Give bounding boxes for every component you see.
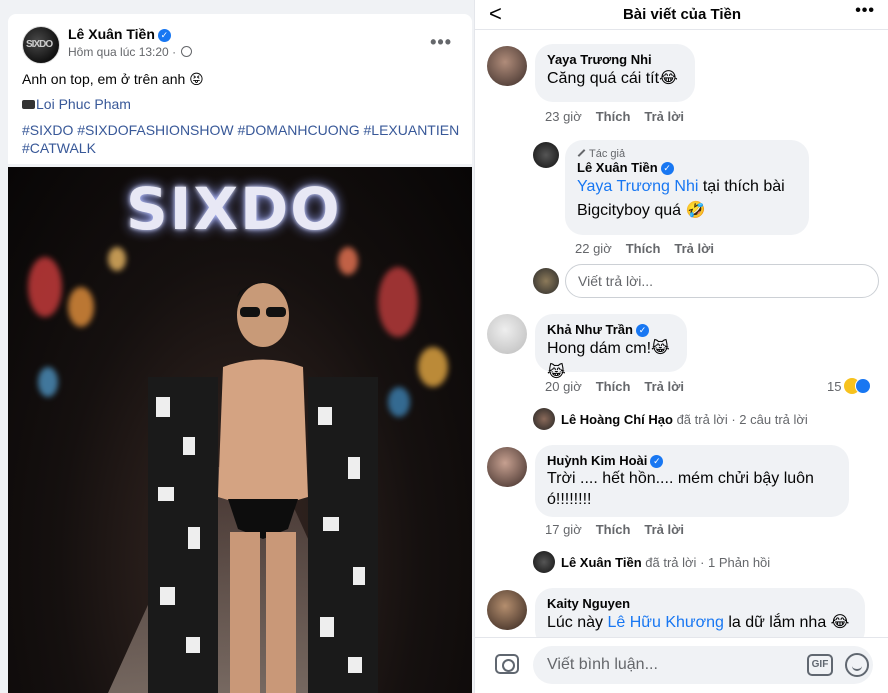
reaction-count: 15 xyxy=(827,379,842,394)
verified-badge-icon: ✓ xyxy=(635,324,649,337)
comment-bubble: Huỳnh Kim Hoài ✓ Trời .... hết hồn.... mé… xyxy=(535,445,849,517)
author-badge-text: Tác giả xyxy=(589,148,626,160)
comment-actions: 17 giờ Thích Trả lời xyxy=(545,522,698,537)
author-reply-bubble: Tác giả Lê Xuân Tiền ✓ Yaya Trương Nhi tạ… xyxy=(565,140,809,235)
pen-icon xyxy=(577,149,586,157)
comment-time: 20 giờ xyxy=(545,379,582,394)
mobile-comments-panel: < Bài viết của Tiền ••• Yaya Trương Nhi … xyxy=(474,0,888,693)
reaction-summary[interactable]: 15 xyxy=(827,378,872,394)
commenter-name[interactable]: Huỳnh Kim Hoài ✓ xyxy=(547,453,837,468)
reply-button[interactable]: Trả lời xyxy=(644,109,684,124)
reply-count: · 1 Phản hồi xyxy=(696,555,771,570)
sixdo-sign: SIXDO xyxy=(126,175,342,243)
post-caption: Anh on top, em ở trên anh 😝 xyxy=(22,71,204,87)
gif-button[interactable]: GIF xyxy=(807,654,833,676)
photo-credit-link[interactable]: Loi Phuc Pham xyxy=(36,96,131,112)
commenter-name-text[interactable]: Khả Như Trần xyxy=(547,322,633,337)
like-button[interactable]: Thích xyxy=(626,241,661,256)
replier-name[interactable]: Lê Xuân Tiền xyxy=(561,555,642,570)
reply-button[interactable]: Trả lời xyxy=(644,522,684,537)
camera-icon[interactable] xyxy=(495,654,519,674)
replier-name[interactable]: Lê Hoàng Chí Hạo xyxy=(561,412,673,427)
comment-text-end: la dữ lắm nha 😂 xyxy=(723,614,850,631)
comment-time: 23 giờ xyxy=(545,109,582,124)
reply-thread-link[interactable]: Lê Hoàng Chí Hạo đã trả lời · 2 câu trả … xyxy=(533,408,808,430)
comment-text: Yaya Trương Nhi tại thích bài Bigcityboy… xyxy=(577,175,797,223)
camera-icon xyxy=(22,100,35,109)
reply-action: đã trả lời xyxy=(672,412,728,427)
author-badge: Tác giả xyxy=(577,148,797,160)
comment-time: 22 giờ xyxy=(575,241,612,256)
verified-badge-icon: ✓ xyxy=(650,455,664,468)
commenter-name-text[interactable]: Huỳnh Kim Hoài xyxy=(547,453,647,468)
comment-bubble: Yaya Trương Nhi Căng quá cái tít😂 xyxy=(535,44,695,102)
comment-time: 17 giờ xyxy=(545,522,582,537)
post-more-button[interactable]: ••• xyxy=(430,32,452,53)
post-author-avatar[interactable]: SIXDO xyxy=(22,26,60,64)
avatar-monogram: SIXDO xyxy=(26,39,53,50)
emoji-icon[interactable] xyxy=(845,653,869,677)
comment-actions: 20 giờ Thích Trả lời xyxy=(545,379,698,394)
like-reaction-icon xyxy=(855,378,872,394)
commenter-name[interactable]: Khả Như Trần ✓ xyxy=(547,322,675,337)
like-button[interactable]: Thích xyxy=(596,379,631,394)
commenter-avatar[interactable] xyxy=(487,46,527,86)
post-photo[interactable]: SIXDO xyxy=(8,167,472,693)
timestamp-text[interactable]: Hôm qua lúc 13:20 · xyxy=(68,45,176,59)
reply-thread-link[interactable]: Lê Xuân Tiền đã trả lời · 1 Phản hồi xyxy=(533,551,770,573)
comment-text-start: Lúc này xyxy=(547,614,608,631)
comment-text: Căng quá cái tít😂 xyxy=(547,70,678,87)
mention-link[interactable]: Lê Hữu Khương xyxy=(607,614,723,631)
commenter-name[interactable]: Yaya Trương Nhi xyxy=(547,52,683,67)
comment-actions: 23 giờ Thích Trả lời xyxy=(545,109,698,124)
comment-text: Hong dám cm!😹😹 xyxy=(547,340,670,381)
comment-bubble: Khả Như Trần ✓ Hong dám cm!😹😹 xyxy=(535,314,687,381)
commenter-avatar[interactable] xyxy=(487,447,527,487)
author-name-text[interactable]: Lê Xuân Tiền xyxy=(68,26,155,42)
my-avatar xyxy=(533,268,559,294)
comment-text: Trời .... hết hồn.... mém chửi bậy luôn … xyxy=(547,470,814,508)
photo-credit[interactable]: Loi Phuc Pham xyxy=(22,96,131,112)
reply-input[interactable]: Viết trả lời... xyxy=(565,264,879,298)
verified-badge-icon: ✓ xyxy=(660,162,674,175)
author-name-text[interactable]: Lê Xuân Tiền xyxy=(577,160,658,175)
reply-count: · 2 câu trả lời xyxy=(727,412,808,427)
globe-icon xyxy=(181,46,193,57)
post-author-name[interactable]: Lê Xuân Tiền ✓ xyxy=(68,26,171,42)
replier-avatar xyxy=(533,551,555,573)
reply-button[interactable]: Trả lời xyxy=(644,379,684,394)
like-button[interactable]: Thích xyxy=(596,522,631,537)
replier-avatar xyxy=(533,408,555,430)
commenter-avatar[interactable] xyxy=(487,314,527,354)
reply-action: đã trả lời xyxy=(641,555,697,570)
commenter-avatar[interactable] xyxy=(487,590,527,630)
author-avatar[interactable] xyxy=(533,142,559,168)
runway-model xyxy=(148,282,378,693)
commenter-name[interactable]: Lê Xuân Tiền ✓ xyxy=(577,160,797,175)
verified-badge-icon: ✓ xyxy=(157,29,171,42)
post-card: SIXDO Lê Xuân Tiền ✓ Hôm qua lúc 13:20 · … xyxy=(8,14,472,164)
reply-button[interactable]: Trả lời xyxy=(674,241,714,256)
comment-composer-bar: Viết bình luận... GIF xyxy=(475,637,888,693)
mention-link[interactable]: Yaya Trương Nhi xyxy=(577,178,698,195)
post-hashtags[interactable]: #SIXDO #SIXDOFASHIONSHOW #DOMANHCUONG #L… xyxy=(22,121,462,157)
mobile-title: Bài viết của Tiền xyxy=(622,6,742,23)
like-button[interactable]: Thích xyxy=(596,109,631,124)
facebook-post-panel: SIXDO Lê Xuân Tiền ✓ Hôm qua lúc 13:20 · … xyxy=(0,0,474,693)
post-timestamp[interactable]: Hôm qua lúc 13:20 · xyxy=(68,45,193,59)
comment-actions: 22 giờ Thích Trả lời xyxy=(575,241,728,256)
mobile-more-button[interactable]: ••• xyxy=(855,2,875,20)
comment-text: Lúc này Lê Hữu Khương la dữ lắm nha 😂 xyxy=(547,611,853,635)
commenter-name[interactable]: Kaity Nguyen xyxy=(547,596,853,611)
mobile-top-bar: < Bài viết của Tiền ••• xyxy=(475,0,888,30)
